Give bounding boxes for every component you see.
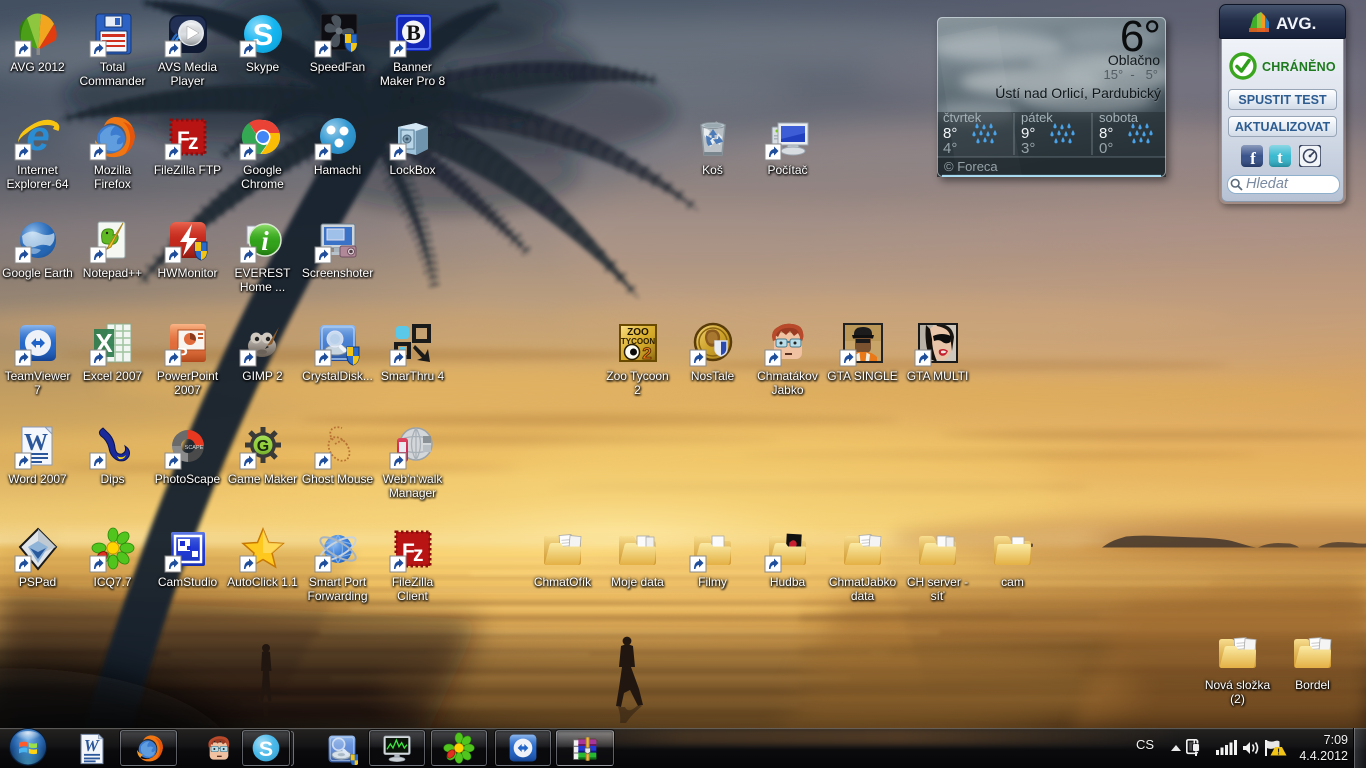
svg-text:S: S xyxy=(259,737,273,761)
svg-text:t: t xyxy=(1277,148,1283,167)
svg-text:G: G xyxy=(256,438,268,455)
svg-text:AVG.: AVG. xyxy=(1276,14,1316,33)
svg-text:f: f xyxy=(1250,149,1256,167)
svg-text:z: z xyxy=(188,131,199,154)
svg-text:W: W xyxy=(24,430,48,456)
svg-text:B: B xyxy=(406,20,421,45)
svg-text:i: i xyxy=(261,226,269,256)
svg-text:z: z xyxy=(413,543,424,566)
svg-text:W: W xyxy=(84,736,100,755)
svg-text:2: 2 xyxy=(642,344,651,363)
svg-text:SCAPE: SCAPE xyxy=(184,445,203,451)
